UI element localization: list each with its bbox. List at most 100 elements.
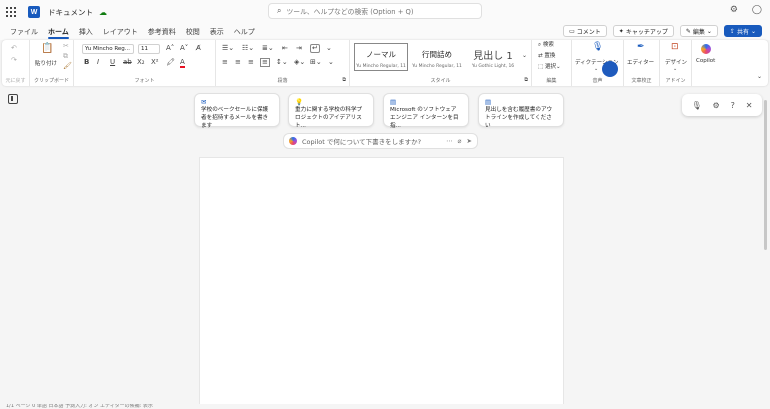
clear-format-icon[interactable]: A̸ (196, 45, 201, 52)
paragraph-mark-icon[interactable]: ⌄ (326, 45, 332, 52)
style-no-spacing[interactable]: 行間詰め Yu Mincho Regular, 11 (410, 43, 464, 71)
account-avatar-icon[interactable]: ◯ (752, 5, 762, 15)
redo-icon[interactable]: ↷ (11, 57, 17, 64)
dictate-chevron-icon[interactable]: ⌄ (594, 67, 598, 72)
tab-review[interactable]: 校閲 (186, 24, 200, 40)
search-placeholder: ツール、ヘルプなどの検索 (Option + Q) (286, 8, 414, 16)
editor-button[interactable]: エディター (627, 58, 654, 66)
share-button[interactable]: ⇪ 共有 ⌄ (723, 25, 762, 37)
decrease-indent-icon[interactable]: ⇤ (282, 45, 288, 52)
attach-icon[interactable]: ⌀ (458, 137, 462, 145)
addins-group-label: アドイン (665, 78, 686, 84)
designer-button[interactable]: デザイン (665, 58, 687, 66)
align-right-icon[interactable]: ≡ (248, 59, 254, 66)
copy-icon[interactable]: ⧉ (63, 53, 68, 60)
app-launcher-icon[interactable] (6, 7, 16, 17)
status-bar: 1/1 ページ 0 単語 日本語 予測入力: オン エディターの候補: 表示 (0, 404, 770, 409)
close-icon[interactable]: ✕ (746, 101, 753, 110)
undo-icon[interactable]: ↶ (11, 45, 17, 52)
style-heading-1-sub: Yu Gothic Light, 16 (471, 64, 515, 69)
italic-button[interactable]: I (97, 59, 99, 66)
copilot-button[interactable]: Copilot (696, 58, 715, 64)
tab-references[interactable]: 参考資料 (148, 24, 176, 40)
text-direction-icon[interactable]: ↵ (310, 44, 320, 53)
paragraph-more-icon[interactable]: ⌄ (328, 59, 334, 66)
numbering-icon[interactable]: ☷⌄ (242, 45, 254, 52)
microphone-icon[interactable]: 🎙 (592, 43, 603, 52)
paragraph-dialog-launcher-icon[interactable]: ⧉ (342, 78, 346, 83)
select-button[interactable]: ⬚ 選択⌄ (538, 64, 561, 71)
justify-icon[interactable]: ≡ (260, 58, 270, 67)
document-title[interactable]: ドキュメント (48, 7, 93, 18)
editor-pen-icon[interactable]: ✒ (637, 43, 645, 52)
increase-indent-icon[interactable]: ⇥ (296, 45, 302, 52)
editing-mode-button[interactable]: ✎ 編集 ⌄ (679, 25, 718, 37)
cut-icon[interactable]: ✂ (63, 43, 69, 50)
document-page[interactable] (199, 157, 564, 409)
grow-font-icon[interactable]: A˄ (166, 45, 174, 52)
help-icon[interactable]: ? (731, 101, 735, 110)
suggestion-card[interactable]: ▤ Microsoft のソフトウェア エンジニア インターンを目指... (383, 93, 469, 129)
outline-icon: ▤ (485, 98, 492, 106)
search-box[interactable]: ⌕ ツール、ヘルプなどの検索 (Option + Q) (268, 3, 482, 19)
style-normal-name: ノーマル (366, 50, 396, 59)
strikethrough-button[interactable]: ab (123, 59, 132, 66)
settings-gear-icon[interactable]: ⚙ (730, 5, 738, 15)
tab-view[interactable]: 表示 (210, 24, 224, 40)
font-name-select[interactable]: Yu Mincho Reg... (82, 44, 134, 54)
ribbon-collapse-icon[interactable]: ⌄ (757, 74, 762, 80)
styles-dialog-launcher-icon[interactable]: ⧉ (524, 78, 528, 83)
align-left-icon[interactable]: ≡ (222, 59, 228, 66)
underline-button[interactable]: U (110, 59, 115, 66)
document-icon: ▤ (390, 98, 397, 106)
align-center-icon[interactable]: ≡ (235, 59, 241, 66)
more-options-icon[interactable]: ⋯ (446, 137, 453, 145)
comment-button[interactable]: ▭ コメント (563, 25, 607, 37)
comment-icon: ▭ (569, 27, 575, 35)
style-normal[interactable]: ノーマル Yu Mincho Regular, 11 (354, 43, 408, 71)
suggestion-card[interactable]: 💡 重力に関する学校の科学プロジェクトのアイデアリスト... (288, 93, 374, 129)
tab-insert[interactable]: 挿入 (79, 24, 93, 40)
microphone-icon[interactable]: 🎙 (691, 101, 701, 110)
multilevel-list-icon[interactable]: ≣⌄ (262, 45, 274, 52)
bullets-icon[interactable]: ☰⌄ (222, 45, 234, 52)
shrink-font-icon[interactable]: A˅ (180, 45, 188, 52)
send-icon[interactable]: ➤ (467, 137, 472, 145)
paste-label[interactable]: 貼り付け (35, 59, 57, 67)
line-spacing-icon[interactable]: ↕⌄ (276, 59, 288, 66)
tab-layout[interactable]: レイアウト (103, 24, 138, 40)
catchup-button[interactable]: ✦ キャッチアップ (612, 25, 674, 37)
suggestion-card[interactable]: ▤ 見出しを含む履歴書のアウトラインを作成してください (478, 93, 564, 129)
subscript-button[interactable]: X₂ (137, 59, 145, 66)
paste-icon[interactable]: 📋 (41, 44, 53, 54)
superscript-button[interactable]: X² (151, 59, 159, 66)
replace-button[interactable]: ⇄ 置換 (538, 53, 555, 60)
styles-expand-icon[interactable]: ⌄ (522, 53, 527, 59)
tab-file[interactable]: ファイル (10, 24, 38, 40)
bold-button[interactable]: B (84, 59, 89, 66)
tab-help[interactable]: ヘルプ (234, 24, 255, 40)
undo-group: ↶ ↷ 元に戻す (2, 40, 30, 86)
navigation-pane-icon[interactable] (8, 94, 18, 104)
designer-icon[interactable]: ⊡ (671, 43, 679, 52)
vertical-scrollbar[interactable] (764, 100, 767, 250)
copilot-icon[interactable] (701, 44, 711, 54)
copilot-prompt-input[interactable]: Copilot で何について下書きをしますか? ⋯ ⌀ ➤ (283, 133, 478, 149)
find-button[interactable]: ⌕ 検索 (538, 42, 554, 49)
font-group: Yu Mincho Reg... 11 A˄ A˅ A̸ B I U ab X₂… (74, 40, 216, 86)
borders-icon[interactable]: ⊞⌄ (310, 59, 322, 66)
tab-home[interactable]: ホーム (48, 24, 69, 40)
chevron-down-icon: ⌄ (706, 27, 712, 35)
designer-chevron-icon[interactable]: ⌄ (673, 67, 677, 72)
settings-gear-icon[interactable]: ⚙ (713, 101, 720, 110)
style-heading-1[interactable]: 見出し 1 Yu Gothic Light, 16 (466, 43, 520, 71)
suggestion-card[interactable]: ✉ 学校のベークセールに保護者を招待するメールを書きます (194, 93, 280, 129)
font-color-button[interactable]: A (180, 59, 185, 68)
font-size-select[interactable]: 11 (138, 44, 160, 54)
word-logo-icon: W (28, 6, 40, 18)
highlight-icon[interactable]: 🖍 (166, 59, 175, 66)
format-painter-icon[interactable]: 🖌 (63, 63, 72, 70)
proofing-group: ✒ エディター 文章校正 (624, 40, 660, 86)
chevron-down-icon: ⌄ (750, 27, 756, 35)
shading-icon[interactable]: ◈⌄ (294, 59, 305, 66)
